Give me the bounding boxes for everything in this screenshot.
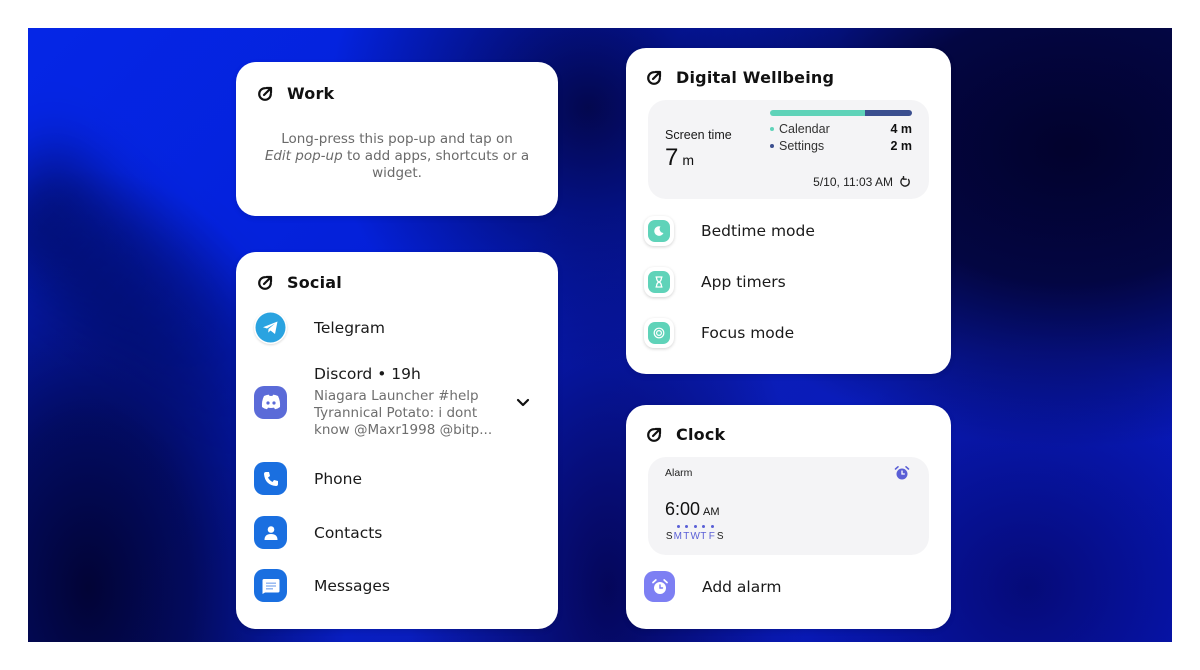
alarm-time-value: 6:00	[665, 499, 701, 519]
contacts-icon	[254, 516, 287, 549]
screen-time-widget[interactable]: Screen time 7m Calendar 4 m Settings 2 m…	[648, 100, 929, 199]
add-alarm-label: Add alarm	[702, 577, 782, 596]
alarm-day: M	[673, 525, 682, 542]
open-external-icon	[647, 70, 662, 85]
wallpaper	[28, 28, 1172, 642]
social-header[interactable]: Social	[257, 273, 342, 292]
action-app-timers[interactable]: App timers	[644, 267, 786, 297]
legend-dot	[770, 126, 774, 131]
work-empty-hint: Long-press this pop-up and tap on Edit p…	[252, 131, 542, 182]
app-label: Discord	[314, 365, 373, 383]
wellbeing-title: Digital Wellbeing	[676, 68, 835, 87]
alarm-time: 6:00 AM	[665, 499, 720, 520]
usage-legend: Calendar 4 m Settings 2 m	[770, 120, 912, 154]
app-label: Contacts	[314, 523, 383, 542]
usage-bar	[770, 110, 912, 116]
alarm-clock-icon	[894, 466, 910, 480]
usage-minutes: 2 m	[890, 138, 912, 153]
alarm-ampm: AM	[703, 506, 720, 518]
app-item-phone[interactable]: Phone	[254, 462, 542, 495]
screen-time-unit: m	[682, 152, 695, 168]
chevron-down-icon[interactable]	[514, 393, 532, 411]
discord-title: Discord • 19h	[314, 365, 421, 383]
alarm-day: T	[700, 525, 707, 542]
app-label: Messages	[314, 576, 391, 595]
clock-title: Clock	[676, 425, 726, 444]
usage-app-name: Settings	[779, 138, 825, 153]
social-title: Social	[287, 273, 342, 292]
discord-icon	[254, 385, 287, 419]
app-label: Phone	[314, 469, 363, 488]
clock-popup: Clock Alarm 6:00 AM SMTWTFS Add alarm	[626, 405, 951, 629]
alarm-day: S	[716, 531, 724, 542]
moon-icon	[648, 220, 670, 242]
add-alarm-icon	[644, 571, 675, 602]
phone-icon	[254, 462, 287, 495]
open-external-icon	[647, 427, 662, 442]
app-item-telegram[interactable]: Telegram	[254, 311, 542, 344]
bedtime-icon-wrapper	[644, 216, 674, 246]
work-header[interactable]: Work	[257, 84, 334, 103]
social-popup: Social Telegram Discord • 19h Niagara La…	[236, 252, 558, 629]
discord-notification: Discord • 19h Niagara Launcher #help Tyr…	[314, 365, 514, 439]
action-focus-mode[interactable]: Focus mode	[644, 318, 794, 348]
alarm-label: Alarm	[665, 467, 693, 479]
notification-time: 19h	[391, 365, 421, 383]
alarm-repeat-days: SMTWTFS	[665, 525, 725, 542]
app-item-discord[interactable]: Discord • 19h Niagara Launcher #help Tyr…	[254, 365, 542, 439]
last-updated-time: 5/10, 11:03 AM	[813, 175, 893, 189]
hint-line2: to add apps, shortcuts or a widget.	[342, 148, 530, 181]
alarm-day: S	[665, 531, 673, 542]
alarm-day: W	[690, 525, 700, 542]
app-timers-icon-wrapper	[644, 267, 674, 297]
open-external-icon	[258, 86, 273, 101]
work-popup[interactable]: Work Long-press this pop-up and tap on E…	[236, 62, 558, 216]
action-label: Bedtime mode	[701, 222, 815, 240]
app-item-messages[interactable]: Messages	[254, 569, 542, 602]
hint-line1: Long-press this pop-up and tap on	[281, 131, 513, 147]
app-label: Telegram	[314, 318, 386, 337]
usage-row-settings: Settings 2 m	[770, 137, 912, 154]
action-label: Focus mode	[701, 324, 795, 342]
action-bedtime-mode[interactable]: Bedtime mode	[644, 216, 815, 246]
alarm-widget[interactable]: Alarm 6:00 AM SMTWTFS	[648, 457, 929, 555]
screen-time-label: Screen time	[665, 128, 732, 142]
work-title: Work	[287, 84, 335, 103]
open-external-icon	[258, 275, 273, 290]
clock-header[interactable]: Clock	[646, 425, 725, 444]
alarm-day: T	[683, 525, 690, 542]
hourglass-icon	[648, 271, 670, 293]
focus-icon-wrapper	[644, 318, 674, 348]
wellbeing-header[interactable]: Digital Wellbeing	[646, 68, 834, 87]
add-alarm-button[interactable]: Add alarm	[644, 571, 781, 602]
usage-row-calendar: Calendar 4 m	[770, 120, 912, 137]
action-label: App timers	[701, 273, 786, 291]
digital-wellbeing-popup: Digital Wellbeing Screen time 7m Calenda…	[626, 48, 951, 374]
usage-bar-segment-settings	[865, 110, 912, 116]
alarm-day: F	[708, 525, 715, 542]
refresh-icon[interactable]	[899, 176, 911, 188]
notification-text: Niagara Launcher #help Tyrannical Potato…	[314, 388, 493, 438]
usage-bar-segment-calendar	[770, 110, 866, 116]
screen-time-value: 7m	[665, 144, 694, 172]
legend-dot	[770, 143, 774, 148]
usage-minutes: 4 m	[890, 121, 912, 136]
screen-time-number: 7	[665, 144, 679, 171]
last-updated: 5/10, 11:03 AM	[813, 175, 911, 189]
app-item-contacts[interactable]: Contacts	[254, 516, 542, 549]
hint-emphasis: Edit pop-up	[264, 148, 343, 164]
messages-icon	[254, 569, 287, 602]
telegram-icon	[254, 311, 287, 344]
usage-app-name: Calendar	[779, 121, 830, 136]
focus-icon	[648, 322, 670, 344]
